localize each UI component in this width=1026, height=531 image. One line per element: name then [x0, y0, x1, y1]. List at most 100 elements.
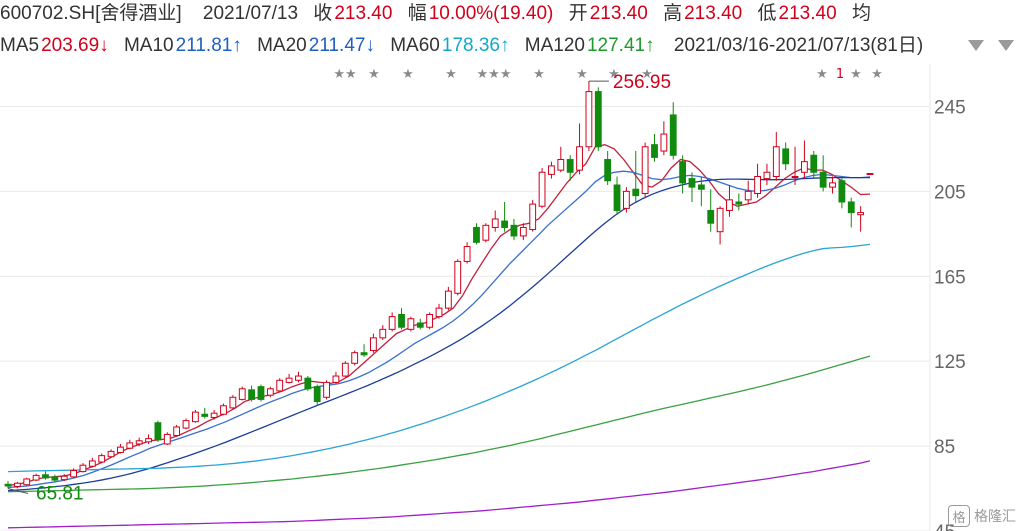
ma-line-ma10	[7, 170, 871, 489]
candle-body	[182, 420, 190, 429]
candle-body	[857, 212, 865, 216]
candle-body	[4, 483, 12, 487]
candle-body	[341, 362, 349, 377]
candle-body	[716, 207, 724, 233]
candle-body	[632, 188, 640, 197]
event-marker-star-icon: ★	[871, 67, 883, 82]
candle-body	[463, 246, 471, 262]
candle-body	[782, 148, 790, 165]
candle-body	[229, 396, 237, 409]
ma-line-ma250	[7, 460, 871, 529]
candle-body	[407, 318, 415, 330]
candle-body	[548, 165, 555, 175]
y-tick-label: 205	[934, 182, 966, 203]
event-marker-star-icon: ★★★	[477, 67, 512, 82]
candle-body	[791, 176, 799, 179]
event-marker-star-icon: ★★	[333, 67, 356, 82]
candle-body	[304, 377, 312, 390]
candle-body	[79, 464, 87, 473]
y-tick-label: 125	[934, 352, 966, 373]
candle-body	[210, 412, 218, 418]
candle-body	[295, 375, 302, 381]
candle-body	[257, 386, 265, 400]
candle-body	[70, 470, 77, 478]
event-marker-star-icon: ★	[445, 67, 457, 82]
candle-body	[810, 154, 818, 173]
candle-body	[473, 226, 480, 243]
candle-body	[482, 224, 490, 241]
candle-body	[651, 144, 658, 158]
candle-body	[435, 307, 443, 318]
candle-body	[398, 313, 405, 328]
candle-body	[772, 146, 780, 178]
candle-body	[679, 161, 687, 184]
candlestick-chart: 4585125165205245★★★★★★★★★★★★★1★★256.9565…	[0, 64, 966, 531]
candle-body	[726, 199, 733, 211]
candle-body	[622, 190, 630, 209]
candle-body	[13, 482, 21, 487]
candle-body	[154, 422, 162, 441]
event-marker-star-icon: ★	[368, 67, 380, 82]
candle-body	[51, 476, 59, 481]
candle-body	[754, 176, 761, 194]
watermark-text: 格隆汇	[974, 508, 1016, 524]
candle-body	[707, 209, 715, 224]
candle-body	[819, 171, 827, 188]
candle-body	[360, 352, 368, 356]
y-tick-label: 85	[934, 437, 955, 458]
candle-body	[379, 328, 387, 339]
candle-body	[801, 161, 808, 173]
candle-body	[32, 474, 40, 481]
candle-body	[444, 290, 452, 309]
candle-body	[697, 184, 705, 190]
candle-body	[126, 442, 134, 449]
max-price-label: 256.95	[613, 72, 671, 93]
candle-body	[173, 426, 181, 436]
event-marker-star-icon: ★	[816, 67, 828, 82]
watermark-logo-icon: 格	[948, 505, 970, 527]
candle-body	[117, 446, 124, 453]
candle-body	[163, 433, 171, 445]
candle-body	[88, 460, 96, 467]
candle-body	[416, 322, 424, 328]
candle-body	[669, 114, 677, 156]
candle-body	[145, 438, 152, 443]
candle-body	[42, 474, 49, 479]
candle-body	[613, 184, 621, 211]
y-tick-label: 165	[934, 267, 966, 288]
candle-body	[60, 475, 68, 481]
candle-body	[454, 260, 462, 294]
candle-body	[135, 440, 143, 445]
candle-body	[266, 388, 274, 396]
event-marker-star-icon: ★	[850, 67, 862, 82]
candle-body	[426, 313, 434, 328]
candle-body	[107, 450, 115, 458]
candle-body	[744, 190, 752, 201]
min-price-label: 65.81	[36, 484, 84, 505]
candle-body	[557, 159, 565, 171]
candle-body	[332, 375, 340, 383]
candle-body	[323, 381, 330, 398]
candle-body	[351, 352, 359, 364]
candle-body	[594, 91, 602, 148]
candle-body	[529, 203, 537, 231]
candle-body	[238, 388, 246, 400]
candle-body	[370, 337, 377, 352]
candle-body	[276, 379, 284, 392]
candle-body	[838, 180, 846, 203]
candle-body	[23, 478, 31, 486]
candle-body	[566, 159, 574, 173]
candle-body	[576, 146, 583, 171]
candle-body	[829, 182, 836, 188]
candle-body	[763, 171, 771, 180]
candle-body	[285, 377, 293, 383]
candle-body	[538, 171, 546, 207]
candle-body	[604, 159, 612, 182]
candle-body	[220, 405, 227, 415]
y-tick-label: 245	[934, 97, 966, 118]
candle-body	[501, 220, 508, 228]
candle-body	[510, 224, 518, 237]
candle-body	[660, 133, 668, 152]
candle-body	[98, 455, 106, 463]
candle-body	[641, 146, 649, 194]
